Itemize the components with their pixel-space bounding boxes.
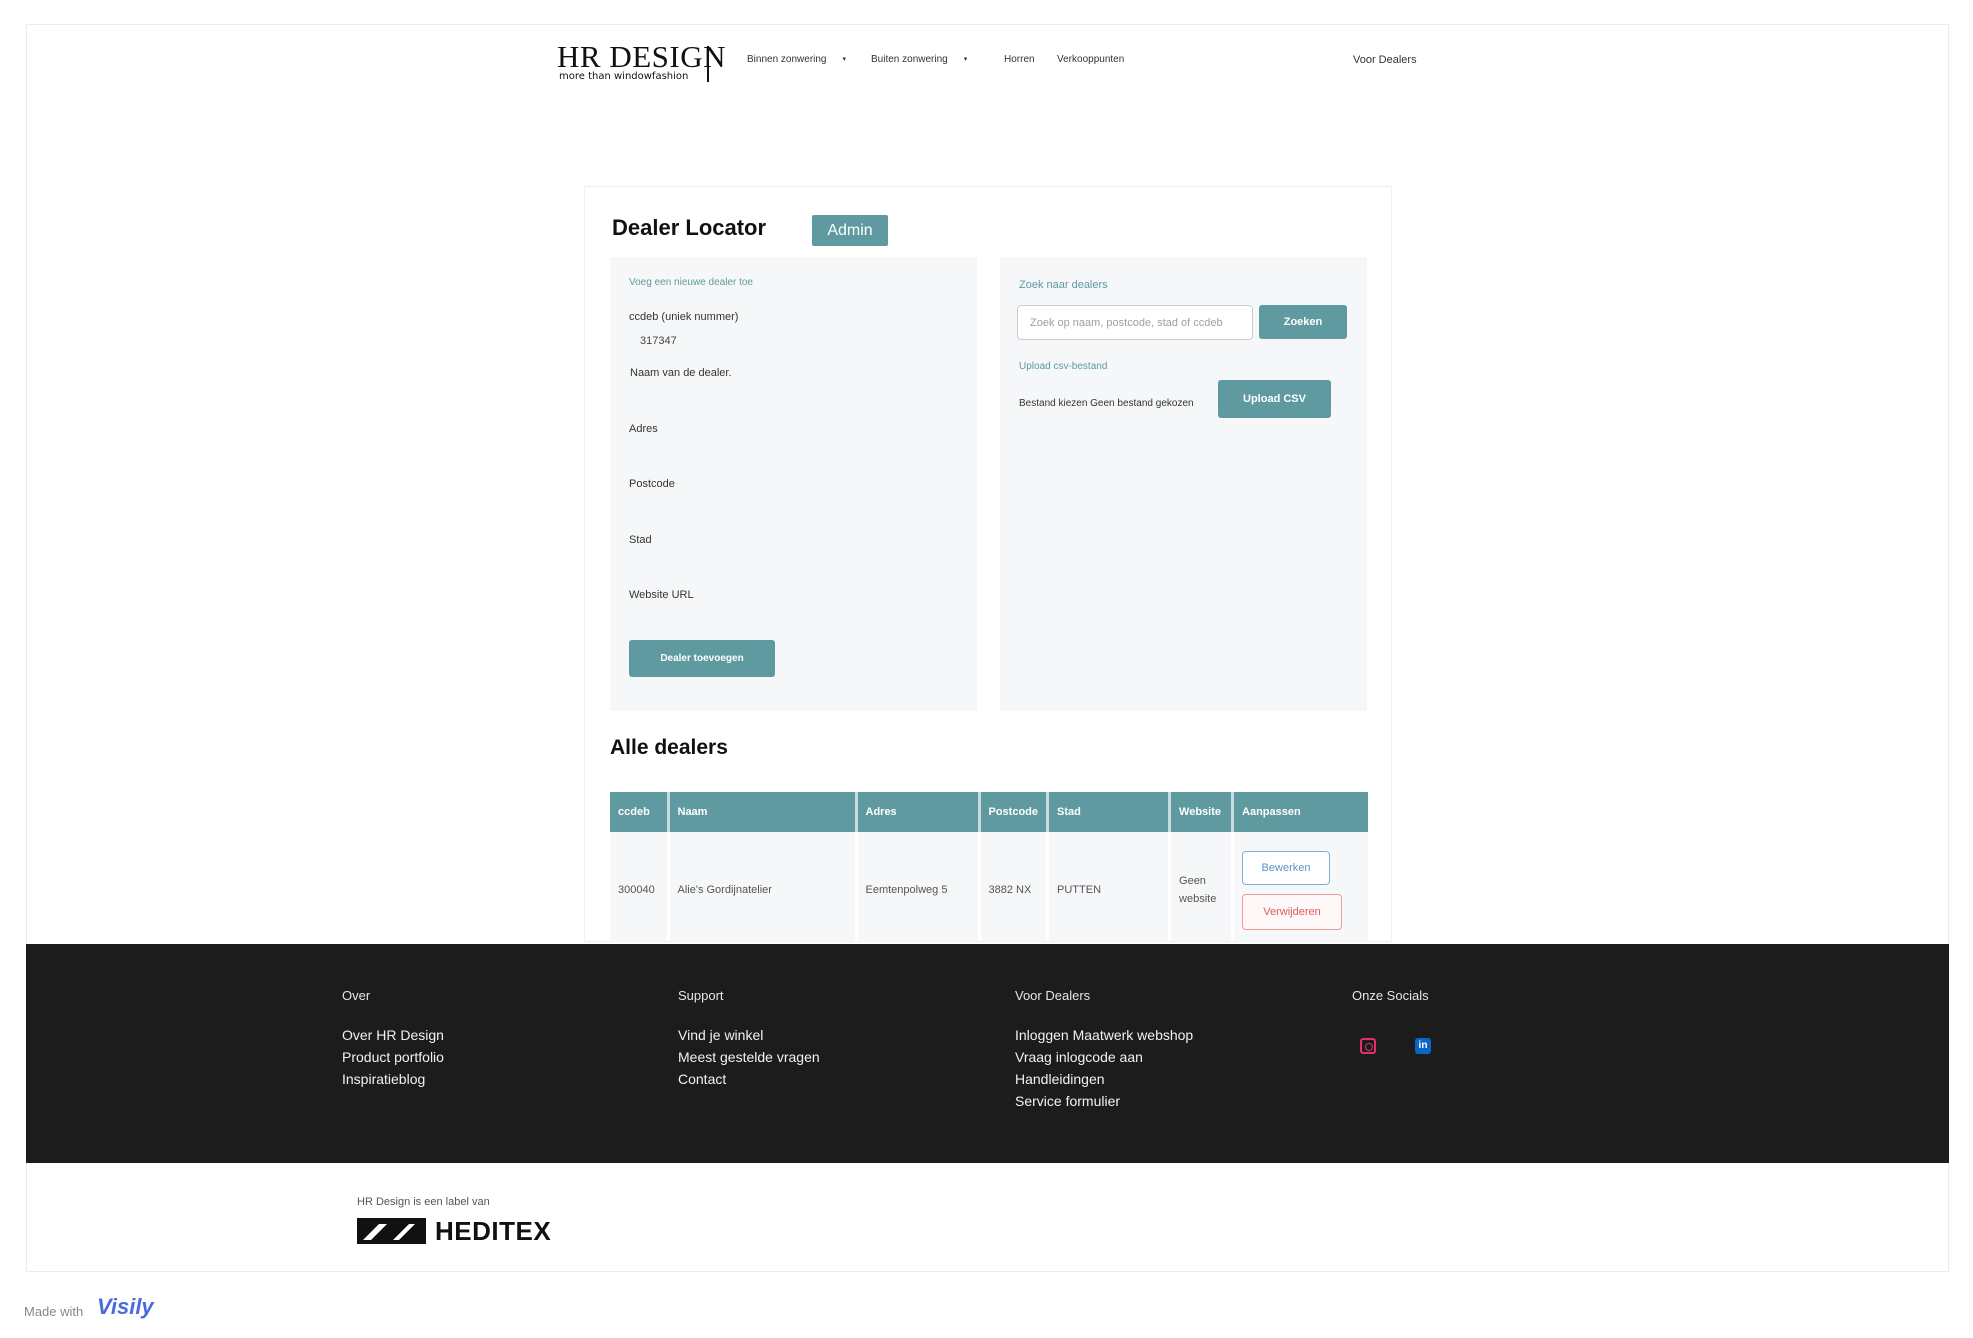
nav-label: Buiten zonwering (871, 54, 948, 65)
page-title: Dealer Locator (612, 215, 767, 240)
linkedin-icon[interactable]: in (1415, 1038, 1431, 1054)
footer-link[interactable]: Over HR Design (342, 1024, 444, 1046)
column-header[interactable]: Stad (1046, 792, 1170, 832)
cell-stad: PUTTEN (1046, 832, 1170, 941)
heditex-wordmark: HEDITEX (435, 1216, 552, 1246)
city-field[interactable]: Stad (629, 534, 652, 546)
add-dealer-panel: Voeg een nieuwe dealer toe ccdeb (uniek … (610, 257, 977, 711)
cell-ccdeb: 300040 (610, 832, 668, 941)
chevron-down-icon: ▾ (842, 56, 847, 63)
file-chooser[interactable]: Bestand kiezen Geen bestand gekozen (1019, 398, 1194, 409)
visily-logo[interactable]: Visily (97, 1294, 154, 1320)
nav-buiten-zonwering[interactable]: Buiten zonwering ▾ (871, 54, 967, 65)
dealer-locator-card: Dealer Locator Admin Voeg een nieuwe dea… (584, 186, 1392, 942)
footer-col-dealers: Voor Dealers Inloggen Maatwerk webshop V… (1015, 988, 1193, 1112)
logo-tagline: more than windowfashion (559, 71, 689, 82)
dealers-table: ccdeb Naam Adres Postcode Stad Website A… (610, 792, 1368, 941)
ccdeb-field[interactable]: 317347 (640, 335, 677, 347)
table-row: 300040 Alie's Gordijnatelier Eemtenpolwe… (610, 832, 1368, 941)
admin-button[interactable]: Admin (812, 215, 888, 246)
add-dealer-button[interactable]: Dealer toevoegen (629, 640, 775, 677)
footer-col-over: Over Over HR Design Product portfolio In… (342, 988, 444, 1090)
search-input[interactable] (1017, 305, 1253, 340)
nav-horren[interactable]: Horren (1004, 54, 1035, 65)
hr-design-logo[interactable]: HR DESIGN more than windowfashion (557, 40, 725, 86)
footer-link[interactable]: Handleidingen (1015, 1068, 1193, 1090)
instagram-icon[interactable] (1360, 1038, 1376, 1054)
logo-bar (707, 46, 709, 82)
search-heading: Zoek naar dealers (1019, 279, 1108, 291)
footer-heading: Over (342, 988, 371, 1003)
label-text: HR Design is een label van (357, 1196, 490, 1208)
footer-link[interactable]: Inloggen Maatwerk webshop (1015, 1024, 1193, 1046)
upload-heading: Upload csv-bestand (1019, 361, 1108, 372)
logo-wordmark: HR DESIGN (557, 39, 726, 74)
column-header[interactable]: ccdeb (610, 792, 668, 832)
cell-actions: Bewerken Verwijderen (1231, 832, 1368, 941)
footer-col-socials: Onze Socials (1352, 988, 1429, 1024)
add-dealer-heading: Voeg een nieuwe dealer toe (629, 277, 753, 288)
footer-heading: Voor Dealers (1015, 988, 1091, 1003)
postcode-field[interactable]: Postcode (629, 478, 675, 490)
cell-naam: Alie's Gordijnatelier (666, 832, 856, 941)
column-header[interactable]: Website (1168, 792, 1233, 832)
cell-website: Geen website (1168, 832, 1233, 941)
footer-link[interactable]: Vind je winkel (678, 1024, 820, 1046)
footer-heading: Support (678, 988, 724, 1003)
upload-csv-button[interactable]: Upload CSV (1218, 380, 1331, 418)
footer-link[interactable]: Product portfolio (342, 1046, 444, 1068)
footer-link[interactable]: Inspiratieblog (342, 1068, 444, 1090)
all-dealers-title: Alle dealers (610, 736, 728, 759)
footer-link[interactable]: Contact (678, 1068, 820, 1090)
heditex-mark-icon (357, 1218, 426, 1244)
ccdeb-label: ccdeb (uniek nummer) (629, 311, 739, 323)
nav-voor-dealers[interactable]: Voor Dealers (1353, 54, 1417, 66)
website-url-field[interactable]: Website URL (629, 589, 694, 601)
made-with-text: Made with (24, 1304, 84, 1319)
footer-heading: Onze Socials (1352, 988, 1429, 1003)
column-header[interactable]: Adres (854, 792, 979, 832)
nav-binnen-zonwering[interactable]: Binnen zonwering ▾ (747, 54, 846, 65)
footer: Over Over HR Design Product portfolio In… (26, 944, 1949, 1163)
chevron-down-icon: ▾ (963, 56, 968, 63)
footer-link[interactable]: Service formulier (1015, 1090, 1193, 1112)
cell-adres: Eemtenpolweg 5 (854, 832, 979, 941)
column-header[interactable]: Aanpassen (1231, 792, 1368, 832)
address-field[interactable]: Adres (629, 423, 658, 435)
nav-label: Binnen zonwering (747, 54, 827, 65)
nav-verkooppunten[interactable]: Verkooppunten (1057, 54, 1124, 65)
footer-link[interactable]: Vraag inlogcode aan (1015, 1046, 1193, 1068)
column-header[interactable]: Postcode (977, 792, 1048, 832)
nav-label: Verkooppunten (1057, 54, 1125, 65)
cell-postcode: 3882 NX (977, 832, 1048, 941)
table-header-row: ccdeb Naam Adres Postcode Stad Website A… (610, 792, 1368, 832)
column-header[interactable]: Naam (666, 792, 856, 832)
search-button[interactable]: Zoeken (1259, 305, 1347, 339)
footer-col-support: Support Vind je winkel Meest gestelde vr… (678, 988, 820, 1090)
nav-label: Horren (1004, 54, 1035, 65)
edit-button[interactable]: Bewerken (1242, 850, 1331, 885)
search-panel: Zoek naar dealers Zoeken Upload csv-best… (1000, 257, 1367, 711)
footer-link[interactable]: Meest gestelde vragen (678, 1046, 820, 1068)
delete-button[interactable]: Verwijderen (1242, 893, 1343, 930)
dealer-name-field[interactable]: Naam van de dealer. (630, 367, 732, 379)
